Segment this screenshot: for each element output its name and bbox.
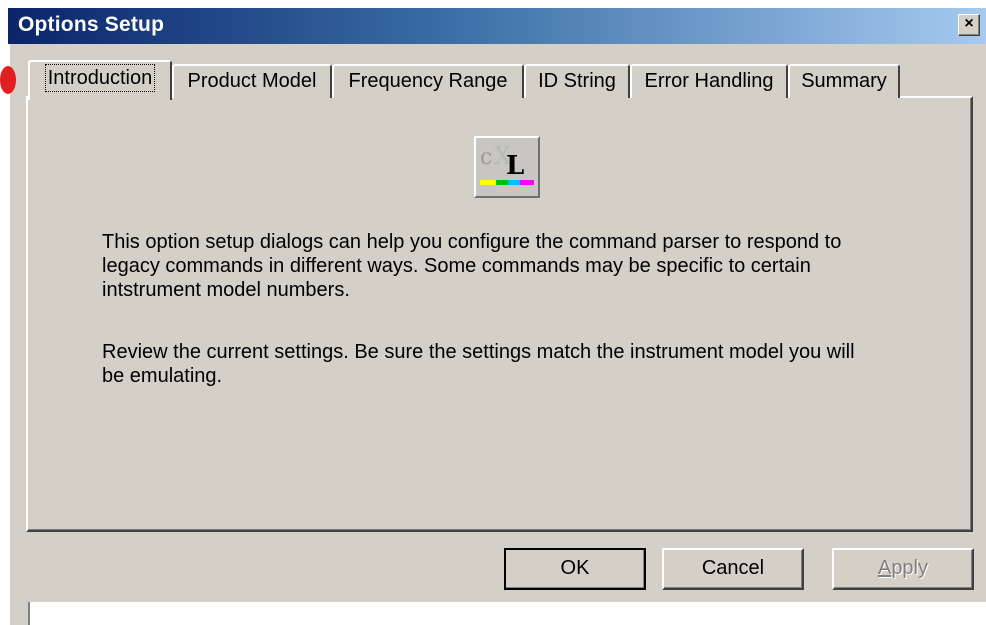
intro-p1-line-2: legacy commands in different ways. Some … [102, 255, 811, 277]
intro-p2-line-2: be emulating. [102, 365, 223, 387]
close-button[interactable]: × [958, 14, 980, 36]
tab-product-model-label: Product Model [187, 70, 317, 92]
tab-product-model[interactable]: Product Model [172, 64, 332, 98]
cxl-logo-icon: c X L [474, 136, 540, 198]
intro-p1-line-3: intstrument model numbers. [102, 279, 350, 301]
red-marker-shape [0, 66, 16, 94]
window-title: Options Setup [18, 13, 165, 36]
ok-button[interactable]: OK [504, 548, 646, 590]
tab-frequency-range[interactable]: Frequency Range [332, 64, 524, 98]
cancel-button-label: Cancel [701, 557, 765, 579]
intro-p1-line-1: This option setup dialogs can help you c… [102, 231, 842, 253]
tab-introduction[interactable]: Introduction [28, 60, 172, 100]
logo-stripe-green [496, 180, 508, 185]
intro-p2-line-1: Review the current settings. Be sure the… [102, 341, 855, 363]
cancel-button[interactable]: Cancel [662, 548, 804, 590]
apply-label-rest: pply [891, 557, 929, 579]
tab-summary-label: Summary [801, 70, 887, 92]
tab-id-string[interactable]: ID String [524, 64, 630, 98]
background-window-edge [10, 602, 30, 625]
apply-button[interactable]: Apply [832, 548, 974, 590]
logo-c-letter: c [480, 145, 492, 170]
intro-paragraph-2: Review the current settings. Be sure the… [102, 340, 932, 388]
tab-summary[interactable]: Summary [788, 64, 900, 98]
title-bar[interactable]: Options Setup × [8, 8, 986, 44]
logo-l-letter: L [506, 151, 524, 181]
ok-button-label: OK [560, 557, 590, 579]
apply-accelerator: A [877, 557, 892, 579]
tab-introduction-label: Introduction [44, 64, 156, 92]
apply-button-label: Apply [878, 557, 928, 579]
tab-frequency-range-label: Frequency Range [348, 70, 508, 92]
intro-paragraph-1: This option setup dialogs can help you c… [102, 230, 932, 302]
logo-stripe-cyan [508, 180, 520, 185]
logo-stripe-magenta [520, 180, 534, 185]
tab-id-string-label: ID String [538, 70, 616, 92]
logo-stripe-yellow [480, 180, 496, 185]
tab-error-handling[interactable]: Error Handling [630, 64, 788, 98]
tab-error-handling-label: Error Handling [644, 70, 774, 92]
close-icon: × [964, 15, 974, 32]
